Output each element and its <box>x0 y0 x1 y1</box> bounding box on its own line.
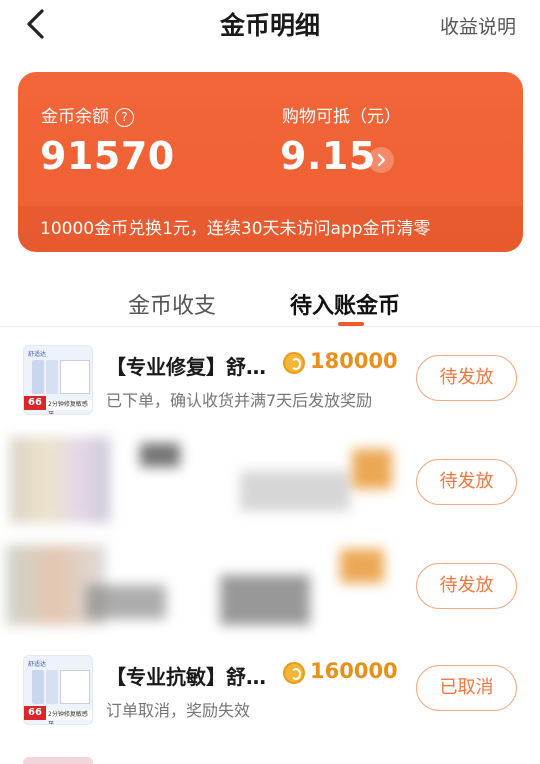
status-button[interactable]: 待发放 <box>416 355 517 401</box>
status-button[interactable]: 已取消 <box>416 665 517 711</box>
exchange-rule-note: 10000金币兑换1元，连续30天未访问app金币清零 <box>18 206 523 252</box>
item-title: 【专业修复】舒… <box>106 355 266 379</box>
status-button[interactable]: 待发放 <box>416 459 517 505</box>
item-status-text: 已下单，确认收货并满7天后发放奖励 <box>106 391 373 410</box>
deduct-label: 购物可抵（元） <box>282 107 401 127</box>
item-status-text: 订单取消，奖励失效 <box>106 701 251 720</box>
item-coin-amount: 180000 <box>310 349 398 373</box>
balance-label: 金币余额 <box>41 107 109 127</box>
next-item-thumbnail-partial <box>23 757 93 764</box>
coin-balance-card: 金币余额? 91570 购物可抵（元） 9.15 10000金币兑换1元，连续3… <box>18 72 523 252</box>
coin-icon <box>283 352 305 374</box>
tab-bar: 金币收支 待入账金币 <box>0 270 540 326</box>
product-thumbnail: 舒适达 66 2分钟修复敏感牙 <box>23 655 93 725</box>
item-title: 【专业抗敏】舒… <box>106 665 266 689</box>
coin-icon <box>283 662 305 684</box>
item-coin-amount: 160000 <box>310 659 398 683</box>
balance-label-wrap: 金币余额? <box>41 102 134 127</box>
list-item[interactable]: 舒适达 66 2分钟修复敏感牙 【专业抗敏】舒… 160000 订单取消，奖励失… <box>0 637 540 741</box>
balance-value: 91570 <box>40 134 175 178</box>
thumb-price-badge: 66 <box>24 706 46 720</box>
thumb-caption: 2分钟修复敏感牙 <box>46 400 92 414</box>
deduct-detail-button[interactable] <box>368 147 394 173</box>
deduct-value: 9.15 <box>280 134 376 178</box>
list-item[interactable]: 舒适达 66 2分钟修复敏感牙 【专业修复】舒… 180000 已下单，确认收货… <box>0 327 540 431</box>
status-button[interactable]: 待发放 <box>416 563 517 609</box>
earnings-info-link[interactable]: 收益说明 <box>440 12 516 39</box>
thumb-price-badge: 66 <box>24 396 46 410</box>
list-item[interactable]: 待发放 <box>0 431 540 535</box>
top-bar: 金币明细 收益说明 <box>0 0 540 50</box>
question-circle-icon[interactable]: ? <box>115 108 134 127</box>
tab-coin-income-expense[interactable]: 金币收支 <box>128 288 216 320</box>
tab-pending-coins[interactable]: 待入账金币 <box>290 288 400 320</box>
list-item[interactable]: 待发放 <box>0 535 540 639</box>
thumb-caption: 2分钟修复敏感牙 <box>46 710 92 724</box>
product-thumbnail: 舒适达 66 2分钟修复敏感牙 <box>23 345 93 415</box>
obscured-region <box>10 437 110 523</box>
chevron-right-icon <box>377 153 386 167</box>
